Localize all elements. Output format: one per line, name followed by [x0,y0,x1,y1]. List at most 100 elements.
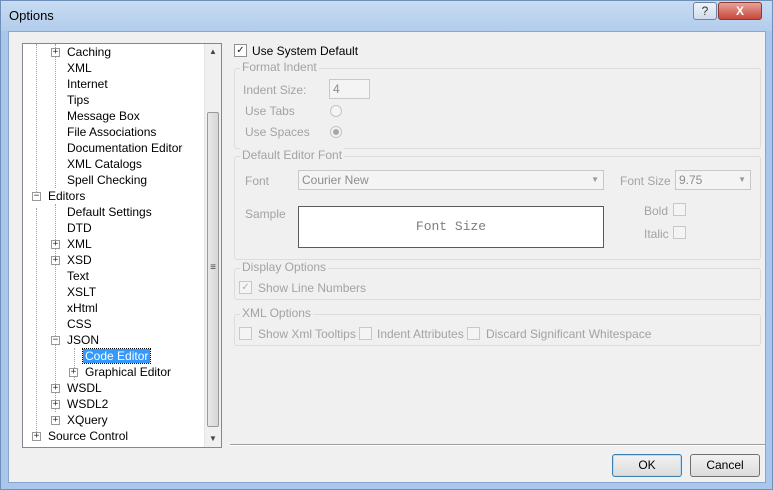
tree-item-label: Source Control [48,429,129,443]
tree-item-xslt[interactable]: XSLT [65,284,98,300]
options-tree[interactable]: + Caching XML Internet Tips Message Box … [22,43,222,448]
tree-item-code-editor[interactable]: Code Editor [81,348,152,364]
show-xml-tooltips-checkbox[interactable] [239,327,252,340]
tree-item-internet[interactable]: Internet [65,76,110,92]
scroll-down-icon[interactable]: ▼ [205,431,221,447]
tree-item-label: Caching [67,45,112,59]
tree-item-label: Documentation Editor [67,141,183,155]
indent-attributes-checkbox[interactable] [359,327,372,340]
scroll-up-icon[interactable]: ▲ [205,44,221,60]
use-spaces-radio[interactable] [330,126,342,138]
collapse-icon[interactable]: − [32,192,41,201]
discard-whitespace-label: Discard Significant Whitespace [486,327,652,341]
tree-item-label: Internet [67,77,108,91]
italic-label: Italic [644,227,669,241]
use-spaces-label: Use Spaces [245,125,310,139]
use-tabs-radio[interactable] [330,105,342,117]
tree-item-label: WSDL [67,381,102,395]
tree-item-label: Message Box [67,109,140,123]
tree-item-wsdl[interactable]: + WSDL [51,380,104,396]
tree-item-tips[interactable]: Tips [65,92,91,108]
display-options-title: Display Options [240,260,329,274]
indent-size-label: Indent Size: [243,83,307,97]
chevron-down-icon: ▼ [738,175,746,184]
tree-item-wsdl2[interactable]: + WSDL2 [51,396,110,412]
ok-button[interactable]: OK [612,454,682,477]
close-button[interactable]: X [718,2,762,20]
tree-item-editors-xml[interactable]: + XML [51,236,94,252]
expand-icon[interactable]: + [51,48,60,57]
font-size-dropdown-value: 9.75 [679,173,703,187]
tree-connector [36,208,37,436]
tree-item-css[interactable]: CSS [65,316,94,332]
title-bar[interactable]: Options ? X [1,1,772,31]
bold-checkbox[interactable] [673,203,686,216]
expand-icon[interactable]: + [51,400,60,409]
tree-item-label: Tips [67,93,90,107]
tree-item-editors[interactable]: − Editors [32,188,87,204]
indent-size-input[interactable]: 4 [329,79,370,99]
discard-whitespace-checkbox[interactable] [467,327,480,340]
help-button[interactable]: ? [693,2,717,20]
tree-connector [55,44,56,188]
editor-font-title: Default Editor Font [240,148,345,162]
tree-item-label: XML [67,61,92,75]
italic-checkbox[interactable] [673,226,686,239]
dialog-client: + Caching XML Internet Tips Message Box … [8,31,766,483]
tree-item-label: XML Catalogs [67,157,142,171]
tree-item-label: XQuery [67,413,108,427]
tree-item-label: XML [67,237,92,251]
tree-item-label: Default Settings [67,205,152,219]
show-line-numbers-checkbox[interactable]: ✓ [239,281,252,294]
scroll-grip-icon: ≡ [210,262,216,273]
chevron-down-icon: ▼ [591,175,599,184]
use-tabs-label: Use Tabs [245,104,295,118]
tree-item-graphical-editor[interactable]: + Graphical Editor [69,364,173,380]
font-dropdown[interactable]: Courier New ▼ [298,170,604,190]
font-label: Font [245,174,270,188]
collapse-icon[interactable]: − [51,336,60,345]
format-indent-group [234,68,761,149]
tree-item-caching[interactable]: + Caching [51,44,113,60]
tree-connector [36,44,37,192]
tree-item-label: Text [67,269,90,283]
expand-icon[interactable]: + [69,368,78,377]
tree-item-default-settings[interactable]: Default Settings [65,204,154,220]
tree-item-label: File Associations [67,125,157,139]
xml-options-title: XML Options [240,306,313,320]
tree-item-source-control[interactable]: + Source Control [32,428,130,444]
expand-icon[interactable]: + [51,416,60,425]
tree-item-xml[interactable]: XML [65,60,94,76]
expand-icon[interactable]: + [51,384,60,393]
tree-item-xml-catalogs[interactable]: XML Catalogs [65,156,144,172]
use-system-default-label: Use System Default [252,44,359,58]
tree-item-message-box[interactable]: Message Box [65,108,142,124]
tree-item-xhtml[interactable]: xHtml [65,300,100,316]
cancel-button[interactable]: Cancel [690,454,760,477]
expand-icon[interactable]: + [51,256,60,265]
tree-item-text[interactable]: Text [65,268,91,284]
sample-label: Sample [245,207,286,221]
use-system-default-checkbox[interactable]: ✓ [234,44,247,57]
tree-item-label: XSD [67,253,92,267]
expand-icon[interactable]: + [51,240,60,249]
tree-item-xsd[interactable]: + XSD [51,252,94,268]
tree-item-json[interactable]: − JSON [51,332,101,348]
tree-item-file-associations[interactable]: File Associations [65,124,158,140]
tree-item-label: xHtml [67,301,98,315]
tree-item-label: Code Editor [81,348,152,364]
tree-item-label: WSDL2 [67,397,109,411]
tree-item-label: CSS [67,317,92,331]
tree-scrollbar[interactable]: ▲ ≡ ▼ [204,44,221,447]
font-sample-preview: Font Size [298,206,604,248]
tree-item-label: Spell Checking [67,173,148,187]
font-size-dropdown[interactable]: 9.75 ▼ [675,170,751,190]
tree-item-documentation-editor[interactable]: Documentation Editor [65,140,184,156]
bold-label: Bold [644,204,669,218]
indent-attributes-label: Indent Attributes [377,327,464,341]
tree-item-dtd[interactable]: DTD [65,220,94,236]
tree-item-xquery[interactable]: + XQuery [51,412,110,428]
tree-item-spell-checking[interactable]: Spell Checking [65,172,149,188]
format-indent-title: Format Indent [240,60,319,74]
expand-icon[interactable]: + [32,432,41,441]
